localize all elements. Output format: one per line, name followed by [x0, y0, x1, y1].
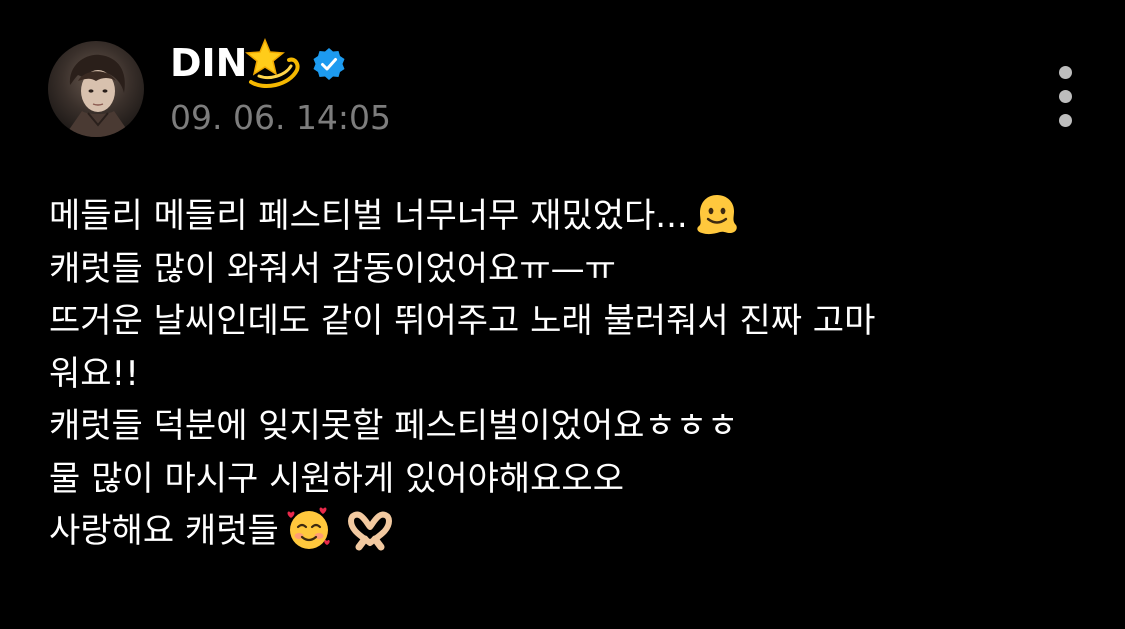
- melting-face-emoji: [697, 194, 737, 234]
- verified-badge-icon: [313, 48, 345, 80]
- post-line-7: 사랑해요 캐럿들: [49, 505, 1079, 558]
- more-vertical-icon[interactable]: [1052, 66, 1078, 130]
- author-name[interactable]: DIN: [170, 38, 247, 88]
- post-timestamp: 09. 06. 14:05: [170, 98, 392, 137]
- post-line-1: 메들리 메들리 페스티벌 너무너무 재밌었다...: [49, 190, 1079, 243]
- post-line-2: 캐럿들 많이 와줘서 감동이었어요ㅠ—ㅠ: [49, 248, 616, 289]
- avatar-image: [64, 54, 132, 137]
- avatar[interactable]: [48, 41, 144, 137]
- post-line-3: 뜨거운 날씨인데도 같이 뛰어주고 노래 불러줘서 진짜 고마: [49, 301, 876, 341]
- post-body: 메들리 메들리 페스티벌 너무너무 재밌었다... 캐럿들 많이 와줘서 감동이…: [49, 190, 1079, 558]
- post-card: DIN 09. 06. 14:05 메들리 메들리 페스티벌 너무너무 재밌었다…: [0, 0, 1125, 629]
- heart-hands-emoji: [347, 511, 392, 550]
- post-line-5: 캐럿들 덕분에 잊지못할 페스티벌이었어요ㅎㅎㅎ: [49, 406, 739, 446]
- dizzy-star-emoji: [245, 38, 300, 88]
- smiling-face-with-hearts-emoji: [287, 507, 330, 549]
- post-line-4: 워요!!: [49, 353, 139, 394]
- post-line-6: 물 많이 마시구 시원하게 있어야해요오오: [49, 458, 624, 499]
